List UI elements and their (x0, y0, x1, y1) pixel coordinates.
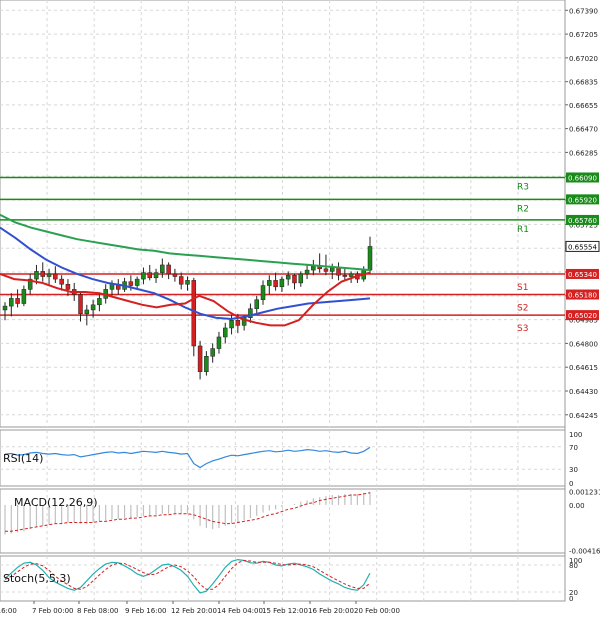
candle-body (15, 298, 20, 304)
price-tick-label: 0.67390 (569, 7, 598, 15)
candle-body (46, 273, 52, 277)
candle-body (34, 271, 39, 280)
candle-body (160, 264, 165, 273)
candle-body (279, 278, 285, 288)
candle-body (40, 271, 46, 277)
candle-body (147, 272, 152, 279)
candle-body (273, 280, 278, 288)
macd-tick-label: 0.00 (569, 502, 585, 510)
price-tick-label: 0.64430 (569, 388, 598, 396)
price-tick-label: 0.66655 (569, 102, 598, 110)
candle-body (128, 281, 134, 286)
candle-body (53, 273, 58, 280)
level-s3-value: 0.65020 (568, 312, 597, 320)
candle-body (109, 283, 115, 290)
candle-body (141, 272, 146, 280)
candle-body (223, 327, 228, 338)
price-tick-label: 0.66835 (569, 79, 598, 87)
candle-body (210, 348, 215, 357)
price-tick-label: 0.64800 (569, 340, 598, 348)
current-price-label: 0.65554 (568, 243, 597, 251)
candle-body (311, 265, 316, 271)
forex-chart: 0.67390 0.67205 0.67020 0.66835 0.66655 0.664… (0, 0, 600, 619)
candle-body (21, 289, 27, 304)
x-tick-label: 8 Feb 08:00 (77, 607, 118, 615)
level-s3-label: S3 (517, 324, 528, 334)
level-r3-label: R3 (517, 182, 529, 192)
price-tick-label: 0.64245 (569, 412, 598, 420)
x-tick-label: 7 Feb 00:00 (32, 607, 73, 615)
price-tick-label: 0.67205 (569, 31, 598, 39)
macd-tick-label: 0.001231 (569, 488, 600, 496)
candle-body (134, 278, 140, 286)
candle-body (229, 320, 234, 329)
x-tick-label: 16 Feb 20:00 (308, 607, 354, 615)
price-tick-label: 0.67020 (569, 55, 598, 63)
level-r1-label: R1 (517, 225, 529, 235)
rsi-tick-label: 0 (569, 480, 573, 488)
x-tick-label: 9 Feb 16:00 (125, 607, 166, 615)
x-tick-label: 20 Feb 00:00 (354, 607, 400, 615)
candle-body (336, 267, 341, 276)
price-tick-label: 0.64615 (569, 364, 598, 372)
candle-body (84, 309, 90, 315)
x-tick-label: 15 Feb 12:00 (262, 607, 308, 615)
stoch-label: Stoch(5,5,3) (3, 572, 71, 585)
candle-body (323, 268, 329, 272)
candle-body (204, 356, 209, 372)
candle-body (166, 264, 171, 275)
candle-body (260, 285, 266, 300)
rsi-label: RSI(14) (3, 452, 43, 465)
candle-body (78, 294, 83, 315)
candle-body (191, 280, 197, 347)
candle-body (285, 274, 291, 280)
level-s2-value: 0.65180 (568, 292, 597, 300)
level-s1-value: 0.65340 (568, 271, 597, 279)
level-r1-value: 0.65760 (568, 217, 597, 225)
candle-body (178, 276, 184, 285)
candle-body (216, 336, 222, 349)
stoch-tick-label: 0 (569, 595, 573, 603)
level-r2-label: R2 (517, 204, 529, 214)
price-tick-label: 0.66285 (569, 149, 598, 157)
candle-body (97, 298, 102, 306)
candle-body (90, 304, 96, 311)
macd-label: MACD(12,26,9) (14, 496, 98, 509)
candle-body (367, 246, 373, 271)
rsi-tick-label: 30 (569, 466, 578, 474)
rsi-tick-label: 70 (569, 444, 578, 452)
candle-body (2, 305, 8, 311)
candle-body (342, 274, 348, 277)
chart-svg: 0.67390 0.67205 0.67020 0.66835 0.66655 0.664… (0, 0, 600, 615)
candle-body (153, 272, 159, 279)
candle-body (298, 273, 304, 284)
level-r2-value: 0.65920 (568, 196, 597, 204)
stoch-tick-label: 80 (569, 562, 578, 570)
level-r3-value: 0.66090 (568, 174, 597, 182)
level-s2-label: S2 (517, 304, 528, 314)
macd-tick-label: -0.004162 (569, 548, 600, 556)
candle-body (348, 273, 354, 277)
rsi-tick-label: 100 (569, 431, 582, 439)
level-s1-label: S1 (517, 283, 528, 293)
candle-body (65, 283, 71, 290)
candle-body (197, 345, 203, 372)
x-tick-label: 14 Feb 04:00 (217, 607, 263, 615)
candle-body (235, 320, 241, 326)
candle-body (304, 269, 310, 275)
candle-body (59, 278, 64, 285)
candle-body (292, 274, 297, 284)
x-tick-label: Feb 16:00 (0, 607, 17, 615)
candle-body (267, 280, 272, 286)
candle-body (9, 298, 14, 307)
candle-body (185, 280, 190, 285)
candle-body (254, 299, 259, 309)
x-tick-label: 12 Feb 20:00 (171, 607, 217, 615)
candle-body (172, 273, 178, 277)
price-tick-label: 0.66470 (569, 126, 598, 134)
candle-body (329, 267, 335, 272)
